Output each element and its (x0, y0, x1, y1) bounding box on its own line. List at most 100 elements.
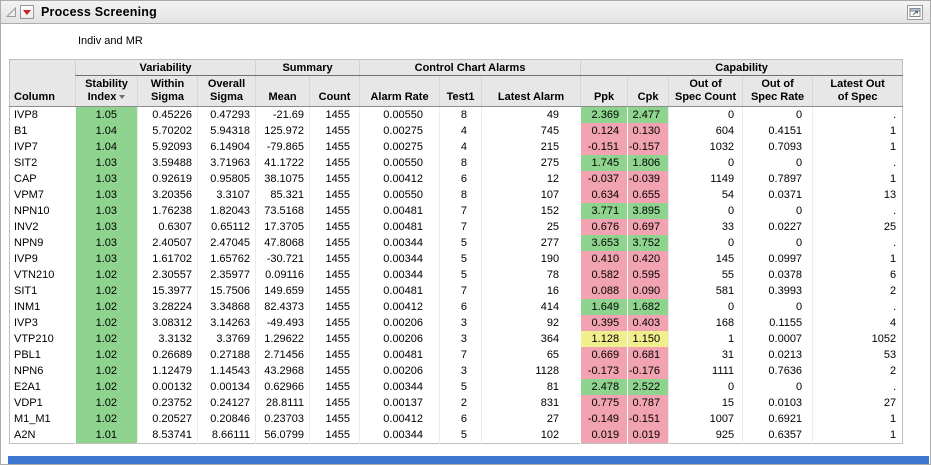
data-cell[interactable]: 277 (482, 235, 581, 251)
data-cell[interactable]: 1 (669, 331, 743, 347)
data-cell[interactable]: -0.039 (628, 171, 669, 187)
data-cell[interactable]: 1.02 (76, 299, 138, 315)
data-cell[interactable]: 2 (440, 395, 482, 411)
data-cell[interactable]: 1.128 (581, 331, 628, 347)
data-cell[interactable]: 0 (743, 107, 813, 124)
data-cell[interactable]: 27 (482, 411, 581, 427)
data-cell[interactable]: 1128 (482, 363, 581, 379)
data-cell[interactable]: 8 (440, 107, 482, 124)
row-name-cell[interactable]: CAP (10, 171, 76, 187)
data-cell[interactable]: 0.775 (581, 395, 628, 411)
data-cell[interactable]: 6 (440, 299, 482, 315)
data-cell[interactable]: 0.24127 (198, 395, 256, 411)
data-cell[interactable]: 1455 (310, 251, 360, 267)
data-cell[interactable]: 82.4373 (256, 299, 310, 315)
data-cell[interactable]: 1.03 (76, 251, 138, 267)
data-cell[interactable]: 0.00481 (360, 219, 440, 235)
table-row[interactable]: M1_M11.020.205270.208460.2370314550.0041… (10, 411, 903, 427)
column-header-stability-index[interactable]: Stability Index (76, 76, 138, 107)
data-cell[interactable]: 0.395 (581, 315, 628, 331)
data-cell[interactable]: 0 (743, 379, 813, 395)
row-name-cell[interactable]: E2A1 (10, 379, 76, 395)
data-cell[interactable]: 0.697 (628, 219, 669, 235)
data-cell[interactable]: 1.82043 (198, 203, 256, 219)
data-cell[interactable]: 1032 (669, 139, 743, 155)
data-cell[interactable]: 2.522 (628, 379, 669, 395)
column-header-out-of-spec-rate[interactable]: Out of Spec Rate (743, 76, 813, 107)
data-cell[interactable]: 0.23752 (138, 395, 198, 411)
row-name-cell[interactable]: IVP9 (10, 251, 76, 267)
table-row[interactable]: VTP2101.023.31323.37691.2962214550.00206… (10, 331, 903, 347)
data-cell[interactable]: 1149 (669, 171, 743, 187)
data-cell[interactable]: -30.721 (256, 251, 310, 267)
data-cell[interactable]: 0.3993 (743, 283, 813, 299)
data-cell[interactable]: -0.151 (581, 139, 628, 155)
data-cell[interactable]: 7 (440, 219, 482, 235)
data-cell[interactable]: 2 (813, 283, 903, 299)
data-cell[interactable]: 0.676 (581, 219, 628, 235)
data-cell[interactable]: 3.20356 (138, 187, 198, 203)
data-cell[interactable]: 5 (440, 427, 482, 444)
data-cell[interactable]: 3.34868 (198, 299, 256, 315)
data-cell[interactable]: 0.6357 (743, 427, 813, 444)
data-cell[interactable]: 15.3977 (138, 283, 198, 299)
data-cell[interactable]: 0.130 (628, 123, 669, 139)
data-cell[interactable]: 5 (440, 235, 482, 251)
data-cell[interactable]: -79.865 (256, 139, 310, 155)
data-cell[interactable]: 1455 (310, 235, 360, 251)
data-cell[interactable]: 0 (743, 155, 813, 171)
data-cell[interactable]: 581 (669, 283, 743, 299)
data-cell[interactable]: 1.02 (76, 331, 138, 347)
data-cell[interactable]: 107 (482, 187, 581, 203)
data-cell[interactable]: 0.595 (628, 267, 669, 283)
data-cell[interactable]: 3.71963 (198, 155, 256, 171)
column-header-cpk[interactable]: Cpk (628, 76, 669, 107)
column-header-ppk[interactable]: Ppk (581, 76, 628, 107)
table-row[interactable]: IVP91.031.617021.65762-30.72114550.00344… (10, 251, 903, 267)
column-header-out-of-spec-count[interactable]: Out of Spec Count (669, 76, 743, 107)
data-cell[interactable]: 1.12479 (138, 363, 198, 379)
data-cell[interactable]: 604 (669, 123, 743, 139)
row-name-cell[interactable]: VTP210 (10, 331, 76, 347)
data-cell[interactable]: 1.02 (76, 411, 138, 427)
data-cell[interactable]: 1007 (669, 411, 743, 427)
data-cell[interactable]: 1.02 (76, 395, 138, 411)
data-cell[interactable]: 1.76238 (138, 203, 198, 219)
data-cell[interactable]: 1455 (310, 139, 360, 155)
data-cell[interactable]: 1455 (310, 315, 360, 331)
data-cell[interactable]: 7 (440, 203, 482, 219)
row-name-cell[interactable]: INV2 (10, 219, 76, 235)
data-cell[interactable]: 1.61702 (138, 251, 198, 267)
data-cell[interactable]: 0.00206 (360, 331, 440, 347)
data-cell[interactable]: 0.0997 (743, 251, 813, 267)
row-name-cell[interactable]: SIT2 (10, 155, 76, 171)
data-cell[interactable]: -0.151 (628, 411, 669, 427)
data-cell[interactable]: 4 (813, 315, 903, 331)
data-cell[interactable]: 0.00206 (360, 363, 440, 379)
data-cell[interactable]: 12 (482, 171, 581, 187)
data-cell[interactable]: 7 (440, 283, 482, 299)
data-cell[interactable]: . (813, 107, 903, 124)
data-cell[interactable]: 0.787 (628, 395, 669, 411)
data-cell[interactable]: 27 (813, 395, 903, 411)
data-cell[interactable]: . (813, 155, 903, 171)
data-cell[interactable]: . (813, 379, 903, 395)
data-cell[interactable]: 0.00550 (360, 187, 440, 203)
row-name-cell[interactable]: VPM7 (10, 187, 76, 203)
data-cell[interactable]: 0.669 (581, 347, 628, 363)
data-cell[interactable]: 0.7897 (743, 171, 813, 187)
data-cell[interactable]: 2 (813, 363, 903, 379)
data-cell[interactable]: 3.28224 (138, 299, 198, 315)
data-cell[interactable]: 3.3769 (198, 331, 256, 347)
data-cell[interactable]: 2.478 (581, 379, 628, 395)
data-cell[interactable]: 5.92093 (138, 139, 198, 155)
data-cell[interactable]: 0 (743, 235, 813, 251)
data-cell[interactable]: 0.0371 (743, 187, 813, 203)
data-cell[interactable]: 5 (440, 267, 482, 283)
data-cell[interactable]: 49 (482, 107, 581, 124)
data-cell[interactable]: 4 (440, 123, 482, 139)
data-cell[interactable]: 1.02 (76, 363, 138, 379)
table-row[interactable]: NPN61.021.124791.1454343.296814550.00206… (10, 363, 903, 379)
data-cell[interactable]: 1 (813, 251, 903, 267)
data-cell[interactable]: 25 (482, 219, 581, 235)
